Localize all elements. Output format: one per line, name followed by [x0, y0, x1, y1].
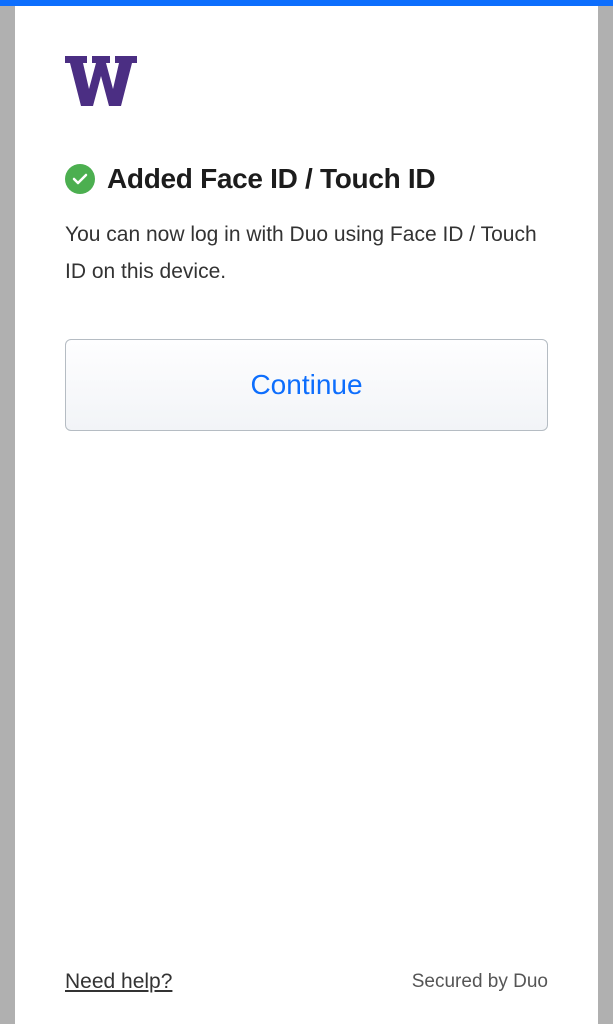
uw-logo	[65, 56, 548, 111]
page-title: Added Face ID / Touch ID	[107, 163, 435, 195]
title-row: Added Face ID / Touch ID	[65, 163, 548, 195]
success-check-icon	[65, 164, 95, 194]
continue-button[interactable]: Continue	[65, 339, 548, 431]
secured-by-text: Secured by Duo	[412, 971, 548, 993]
footer: Need help? Secured by Duo	[65, 970, 548, 994]
main-panel: Added Face ID / Touch ID You can now log…	[15, 6, 598, 1024]
description-text: You can now log in with Duo using Face I…	[65, 217, 548, 291]
need-help-link[interactable]: Need help?	[65, 970, 172, 994]
